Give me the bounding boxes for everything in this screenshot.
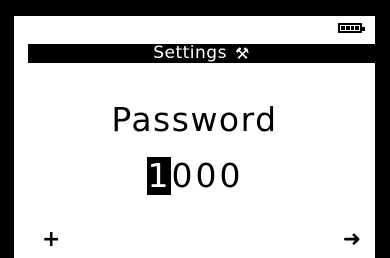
battery-full-icon <box>338 23 365 33</box>
password-digit-2[interactable]: 0 <box>171 157 195 195</box>
password-input[interactable]: 1000 <box>14 157 375 195</box>
password-digit-1[interactable]: 1 <box>146 157 171 195</box>
device-screen: Settings ⚒ Password 1000 + ➜ <box>14 16 375 258</box>
tools-icon: ⚒ <box>234 44 250 63</box>
increment-button[interactable]: + <box>42 228 60 252</box>
next-arrow-button[interactable]: ➜ <box>343 228 361 252</box>
password-digit-3[interactable]: 0 <box>195 157 219 195</box>
title-bar: Settings ⚒ <box>28 44 375 63</box>
page-title: Settings <box>153 43 227 63</box>
password-digit-4[interactable]: 0 <box>219 157 243 195</box>
password-heading: Password <box>111 100 278 139</box>
